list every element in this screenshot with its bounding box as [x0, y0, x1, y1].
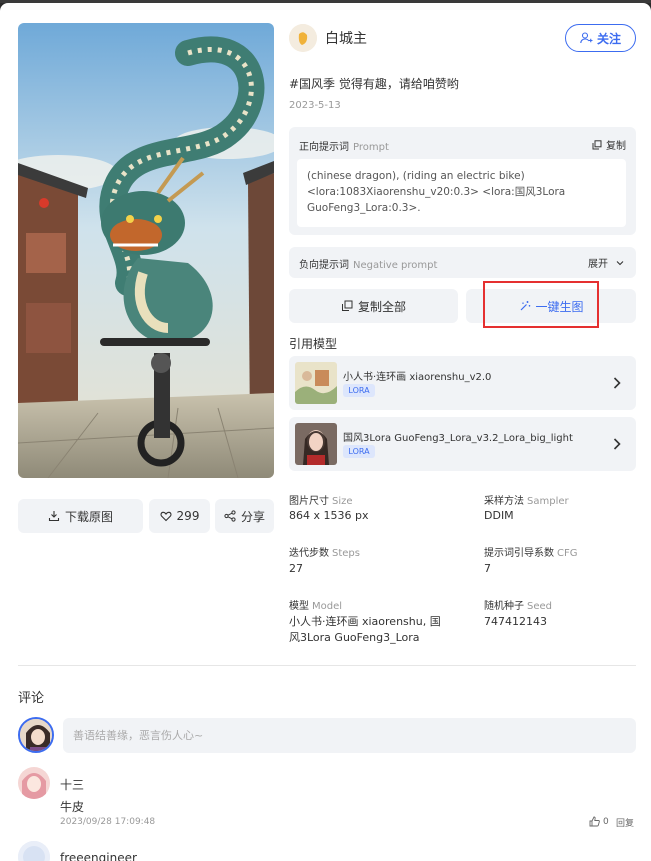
artwork-image[interactable] — [18, 23, 274, 478]
model-tag: LORA — [343, 384, 375, 397]
model-label: 模型 Model — [289, 601, 343, 612]
current-user-avatar — [18, 717, 54, 753]
comment-text: 牛皮 — [60, 800, 85, 814]
comment-like-button[interactable]: 0 — [588, 815, 609, 828]
model-card[interactable]: 国风3Lora GuoFeng3_Lora_v3.2_Lora_big_ligh… — [289, 417, 636, 471]
prompt-text: (chinese dragon), (riding an electric bi… — [297, 159, 626, 227]
author-avatar[interactable] — [289, 24, 317, 52]
negative-prompt-panel[interactable]: 负向提示词 Negative prompt 展开 — [289, 247, 636, 278]
share-icon — [224, 510, 237, 523]
size-label: 图片尺寸 Size — [289, 496, 353, 507]
models-title: 引用模型 — [289, 337, 338, 351]
steps-value: 27 — [289, 562, 303, 575]
author-name[interactable]: 白城主 — [325, 28, 367, 48]
comments-title: 评论 — [18, 691, 45, 706]
share-button[interactable]: 分享 — [215, 499, 274, 533]
copy-icon — [590, 138, 603, 151]
expand-toggle[interactable]: 展开 — [588, 255, 626, 270]
add-user-icon — [580, 32, 593, 45]
cfg-label: 提示词引导系数 CFG — [484, 548, 578, 559]
image-actions: 下载原图 299 分享 — [18, 499, 274, 533]
highlight-box — [483, 281, 599, 328]
prompt-label: 正向提示词 Prompt — [299, 142, 389, 153]
seed-label: 随机种子 Seed — [484, 601, 552, 612]
chevron-right-icon — [612, 436, 622, 455]
prompt-panel: 正向提示词 Prompt 复制 (chinese dragon), (riding… — [289, 127, 636, 235]
post-detail-card: 下载原图 299 分享 白城主 关注 #国风季 觉得有趣，请给咱赞哟 2023-… — [0, 3, 651, 861]
sampler-value: DDIM — [484, 509, 514, 522]
steps-label: 迭代步数 Steps — [289, 548, 360, 559]
model-thumbnail — [295, 362, 337, 404]
comment-input[interactable] — [63, 718, 636, 753]
model-value: 小人书·连环画 xiaorenshu, 国风3Lora GuoFeng3_Lor… — [289, 615, 441, 644]
author-info[interactable]: 白城主 — [289, 24, 367, 52]
seed-value: 747412143 — [484, 615, 547, 628]
copy-all-button[interactable]: 复制全部 — [289, 289, 458, 323]
follow-button[interactable]: 关注 — [565, 24, 636, 52]
follow-label: 关注 — [596, 31, 621, 46]
sampler-label: 采样方法 Sampler — [484, 496, 569, 507]
download-label: 下载原图 — [64, 509, 113, 524]
model-thumbnail — [295, 423, 337, 465]
copy-prompt-label: 复制 — [606, 141, 626, 152]
post-date: 2023-5-13 — [289, 100, 341, 111]
negative-prompt-label: 负向提示词 Negative prompt — [299, 260, 438, 271]
copy-icon — [341, 300, 354, 313]
model-name: 小人书·连环画 xiaorenshu_v2.0 — [343, 372, 492, 383]
post-description: #国风季 觉得有趣，请给咱赞哟 — [289, 77, 459, 91]
model-card[interactable]: 小人书·连环画 xiaorenshu_v2.0 LORA — [289, 356, 636, 410]
share-label: 分享 — [240, 509, 265, 524]
model-name: 国风3Lora GuoFeng3_Lora_v3.2_Lora_big_ligh… — [343, 433, 573, 444]
like-button[interactable]: 299 — [149, 499, 210, 533]
download-icon — [48, 510, 61, 523]
copy-prompt-button[interactable]: 复制 — [590, 137, 626, 152]
chevron-right-icon — [612, 375, 622, 394]
download-button[interactable]: 下载原图 — [18, 499, 143, 533]
like-count: 299 — [176, 509, 200, 523]
cfg-value: 7 — [484, 562, 491, 575]
copy-all-label: 复制全部 — [357, 299, 406, 314]
section-divider — [18, 665, 636, 666]
commenter-avatar[interactable] — [18, 841, 50, 861]
thumbs-up-icon — [588, 815, 601, 828]
heart-icon — [160, 510, 173, 523]
comment-username[interactable]: 十三 — [60, 776, 84, 793]
size-value: 864 x 1536 px — [289, 509, 369, 522]
chevron-down-icon — [613, 256, 626, 269]
comment-reply-button[interactable]: 回复 — [616, 816, 634, 829]
commenter-avatar[interactable] — [18, 767, 50, 799]
comment-username[interactable]: freeengineer — [60, 851, 137, 861]
comment-time: 2023/09/28 17:09:48 — [60, 817, 156, 827]
model-tag: LORA — [343, 445, 375, 458]
